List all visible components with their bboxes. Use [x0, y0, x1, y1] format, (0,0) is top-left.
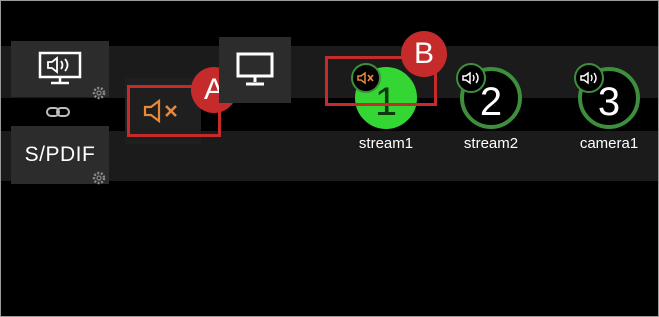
gear-icon[interactable]	[91, 85, 107, 101]
gear-icon[interactable]	[91, 170, 107, 186]
audio-toggle[interactable]	[574, 63, 604, 93]
audio-toggle[interactable]	[456, 63, 486, 93]
app-frame: S/PDIF A 1 stream1 2 stream2 3 camera1 B	[0, 0, 659, 317]
audio-output-tile[interactable]	[11, 41, 109, 100]
source-name: camera1	[579, 135, 639, 152]
speaker-on-icon	[462, 71, 479, 85]
source-circle[interactable]: 3	[574, 63, 640, 129]
link-icon[interactable]	[45, 105, 71, 119]
callout-b-label: B	[413, 37, 434, 70]
spdif-tile[interactable]: S/PDIF	[11, 126, 109, 186]
speaker-monitor-icon	[38, 51, 82, 85]
source-number: 3	[597, 80, 621, 124]
source-circle[interactable]: 2	[456, 63, 522, 129]
callout-b: B	[401, 31, 447, 77]
speaker-on-icon	[580, 71, 597, 85]
monitor-icon	[236, 52, 274, 86]
display-tile[interactable]	[219, 37, 291, 103]
spdif-label: S/PDIF	[24, 143, 96, 166]
source-tile-camera1[interactable]: 3 camera1	[569, 63, 649, 152]
source-number: 2	[479, 80, 503, 124]
source-name: stream1	[358, 135, 414, 152]
source-name: stream2	[463, 135, 519, 152]
source-tile-stream2[interactable]: 2 stream2	[451, 63, 531, 152]
